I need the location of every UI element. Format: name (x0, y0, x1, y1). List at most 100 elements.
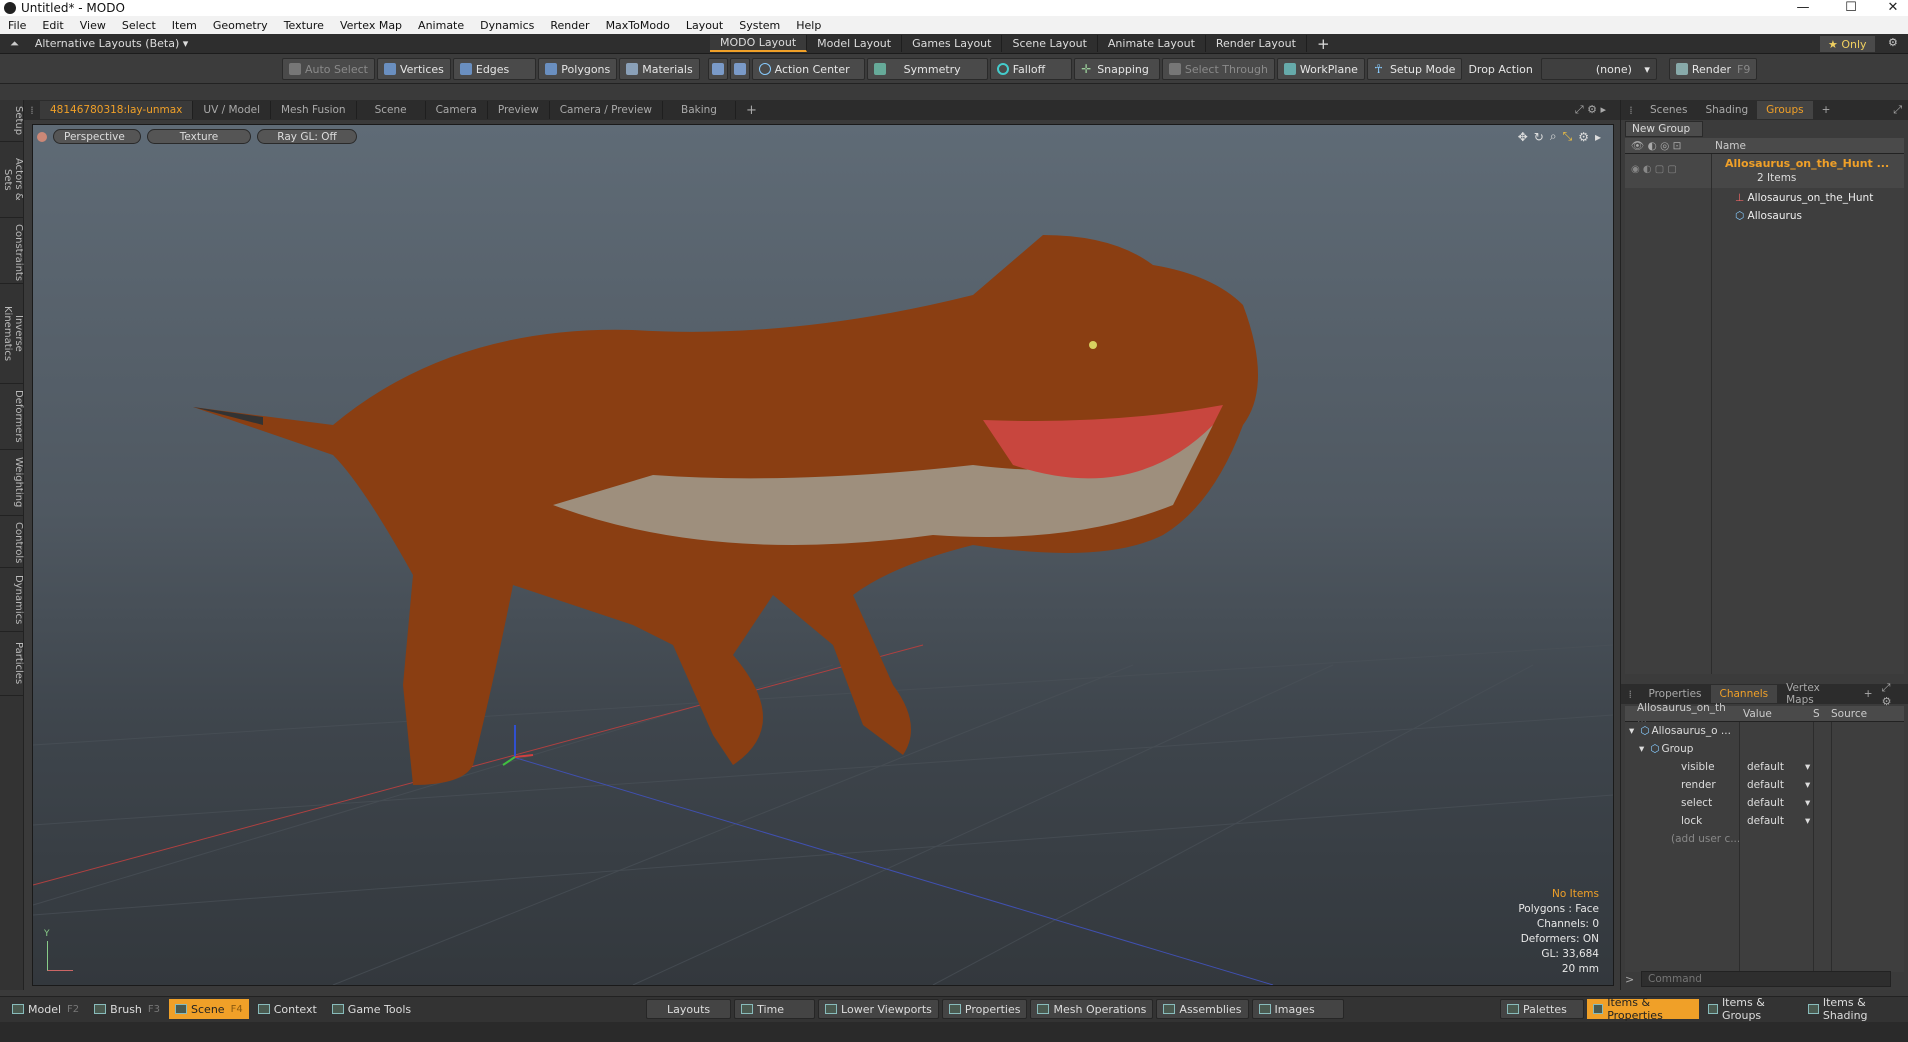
model-button[interactable]: Model F2 (6, 999, 85, 1019)
tab-scene-layout[interactable]: Scene Layout (1002, 35, 1098, 52)
menu-texture[interactable]: Texture (276, 19, 332, 32)
add-panel-tab-button[interactable]: + (1813, 101, 1840, 119)
tab-lay-unmax[interactable]: 48146780318:lay-unmax (40, 101, 194, 119)
chevron-down-icon[interactable]: ▾ (1805, 761, 1810, 773)
layout-up-icon[interactable]: ⏶ (10, 37, 19, 51)
channel-row[interactable]: lock default ▾ (1625, 812, 1904, 830)
channel-item-row[interactable]: ▾ ⬡ Allosaurus_o ... (1625, 722, 1904, 740)
tab-vertex-maps[interactable]: Vertex Maps (1777, 682, 1855, 706)
command-input[interactable] (1641, 971, 1891, 987)
lower-viewports-button[interactable]: Lower Viewports (818, 999, 939, 1019)
tab-baking[interactable]: Baking (663, 101, 736, 119)
action-center-button[interactable]: Action Center (751, 58, 865, 80)
menu-select[interactable]: Select (114, 19, 164, 32)
scene-button[interactable]: Scene F4 (169, 999, 249, 1019)
properties-button[interactable]: Properties (941, 999, 1028, 1019)
vtab-particles[interactable]: Particles (0, 632, 24, 696)
vtab-inverse-kinematics[interactable]: Inverse Kinematics (0, 284, 24, 384)
tab-scenes[interactable]: Scenes (1641, 101, 1696, 119)
polygons-button[interactable]: Polygons (538, 58, 618, 80)
chevron-down-icon[interactable]: ▾ (1805, 815, 1810, 827)
context-button[interactable]: Context (252, 999, 323, 1019)
time-button[interactable]: Time (734, 999, 816, 1019)
gear-icon[interactable]: ⚙ (1888, 36, 1898, 49)
layouts-button[interactable]: Layouts (646, 999, 732, 1019)
menu-geometry[interactable]: Geometry (205, 19, 276, 32)
menu-layout[interactable]: Layout (678, 19, 731, 32)
collapse-icon[interactable]: ▾ (1629, 725, 1634, 737)
vtab-setup[interactable]: Setup (0, 100, 24, 142)
menu-help[interactable]: Help (788, 19, 829, 32)
menu-system[interactable]: System (731, 19, 788, 32)
close-button[interactable]: ✕ (1878, 0, 1908, 15)
tab-preview[interactable]: Preview (488, 101, 550, 119)
channel-row[interactable]: render default ▾ (1625, 776, 1904, 794)
game-tools-button[interactable]: Game Tools (326, 999, 417, 1019)
channel-row[interactable]: visible default ▾ (1625, 758, 1904, 776)
3d-viewport[interactable]: Perspective Texture Ray GL: Off ✥ ↻ ⌕ ⤡ … (32, 124, 1614, 986)
tab-modo-layout[interactable]: MODO Layout (710, 35, 808, 52)
menu-file[interactable]: File (0, 19, 34, 32)
vtab-dynamics[interactable]: Dynamics (0, 568, 24, 632)
vtab-weighting[interactable]: Weighting (0, 450, 24, 516)
brush-button[interactable]: Brush F3 (88, 999, 166, 1019)
expand-icon[interactable]: ⤢ ⚙ (1882, 681, 1902, 708)
chevron-down-icon[interactable]: ▾ (1805, 797, 1810, 809)
menu-dynamics[interactable]: Dynamics (472, 19, 542, 32)
items-groups-button[interactable]: Items & Groups (1702, 996, 1800, 1022)
only-toggle[interactable]: ★ Only (1820, 36, 1875, 52)
group-child-row[interactable]: ⬡ Allosaurus (1735, 210, 1802, 222)
tab-channels[interactable]: Channels (1710, 685, 1778, 703)
mesh-operations-button[interactable]: Mesh Operations (1030, 999, 1154, 1019)
workplane-button[interactable]: WorkPlane (1276, 58, 1365, 80)
tab-camera-preview[interactable]: Camera / Preview (550, 101, 663, 119)
tab-uv-model[interactable]: UV / Model (193, 101, 271, 119)
vtab-actors-sets[interactable]: Actors & Sets (0, 142, 24, 218)
tab-groups[interactable]: Groups (1757, 101, 1813, 119)
tab-mesh-fusion[interactable]: Mesh Fusion (271, 101, 357, 119)
tab-animate-layout[interactable]: Animate Layout (1098, 35, 1206, 52)
materials-button[interactable]: Materials (619, 58, 700, 80)
menu-edit[interactable]: Edit (34, 19, 71, 32)
render-button[interactable]: Render F9 (1668, 58, 1758, 80)
select-through-button[interactable]: Select Through (1161, 58, 1275, 80)
symmetry-button[interactable]: Symmetry (866, 58, 988, 80)
add-panel-tab-button[interactable]: + (1855, 685, 1882, 703)
minimize-button[interactable]: — (1788, 0, 1818, 15)
palettes-button[interactable]: Palettes (1500, 999, 1584, 1019)
edges-button[interactable]: Edges (452, 58, 537, 80)
vtab-controls[interactable]: Controls (0, 516, 24, 568)
tab-camera[interactable]: Camera (426, 101, 488, 119)
collapse-icon[interactable]: ▾ (1639, 743, 1644, 755)
maximize-button[interactable]: ☐ (1836, 0, 1866, 15)
tab-properties[interactable]: Properties (1639, 685, 1710, 703)
channel-row[interactable]: select default ▾ (1625, 794, 1904, 812)
channel-group-row[interactable]: ▾ ⬡ Group (1625, 740, 1904, 758)
tab-render-layout[interactable]: Render Layout (1206, 35, 1307, 52)
select-mode-a-button[interactable] (707, 58, 728, 80)
menu-render[interactable]: Render (542, 19, 597, 32)
alternative-layouts-dropdown[interactable]: Alternative Layouts (Beta) ▾ (35, 37, 188, 50)
vertices-button[interactable]: Vertices (376, 58, 451, 80)
setup-mode-button[interactable]: ☥ Setup Mode (1366, 58, 1463, 80)
assemblies-button[interactable]: Assemblies (1156, 999, 1249, 1019)
add-layout-button[interactable]: + (1307, 35, 1340, 53)
tab-games-layout[interactable]: Games Layout (902, 35, 1003, 52)
items-properties-button[interactable]: Items & Properties (1586, 996, 1699, 1022)
tab-scene[interactable]: Scene (357, 101, 426, 119)
auto-select-button[interactable]: Auto Select (282, 58, 375, 80)
menu-view[interactable]: View (72, 19, 114, 32)
drop-action-select[interactable]: (none) ▾ (1540, 58, 1657, 80)
images-button[interactable]: Images (1251, 999, 1344, 1019)
vtab-constraints[interactable]: Constraints (0, 218, 24, 284)
menu-animate[interactable]: Animate (410, 19, 472, 32)
viewport-options-icon[interactable]: ⤢ ⚙ ▸ (1575, 103, 1606, 117)
visibility-toggles[interactable]: ◉ ◐ ▢ ▢ (1631, 164, 1677, 175)
select-mode-b-button[interactable] (729, 58, 750, 80)
group-child-row[interactable]: ⊥ Allosaurus_on_the_Hunt (1735, 192, 1873, 204)
snapping-button[interactable]: ✛ Snapping (1074, 58, 1160, 80)
new-group-button[interactable]: New Group (1625, 121, 1703, 137)
vtab-deformers[interactable]: Deformers (0, 384, 24, 450)
group-root-row[interactable]: ◉ ◐ ▢ ▢ Allosaurus_on_the_Hunt ... 2 Ite… (1625, 154, 1904, 188)
menu-vertex-map[interactable]: Vertex Map (332, 19, 410, 32)
